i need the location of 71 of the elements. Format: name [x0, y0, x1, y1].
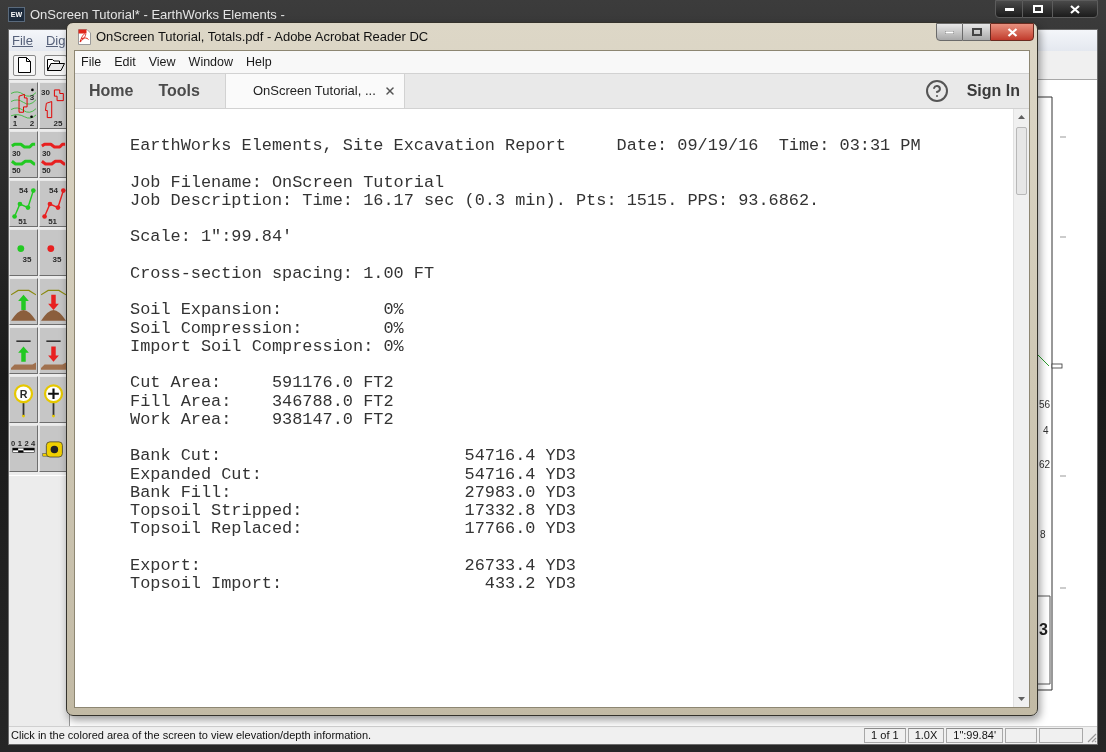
- canvas-label: 4: [1043, 426, 1049, 436]
- canvas-label: 62: [1039, 460, 1051, 470]
- report-line: Job Description: Time: 16.17 sec (0.3 min). Pts: 1515. PPS: 93.6862.: [130, 191, 820, 210]
- help-icon: [924, 79, 949, 103]
- report-line: Bank Cut: 54716.4 YD3: [130, 447, 576, 466]
- menu-item[interactable]: Help: [246, 52, 272, 72]
- report-line: Topsoil Import: 433.2 YD3: [130, 575, 576, 594]
- window-title: OnScreen Tutorial* - EarthWorks Elements -: [30, 5, 285, 24]
- report-line: Expanded Cut: 54716.4 YD3: [130, 465, 576, 484]
- caret-down-icon: [1018, 697, 1025, 701]
- report-line: Bank Fill: 27983.0 YD3: [130, 483, 576, 502]
- maximize-icon: [1032, 5, 1043, 13]
- report-line: Topsoil Stripped: 17332.8 YD3: [130, 502, 576, 521]
- close-button[interactable]: [990, 23, 1034, 41]
- pdf-file-icon: [76, 28, 92, 45]
- report-line: Fill Area: 346788.0 FT2: [130, 392, 394, 411]
- caret-up-icon: [1018, 115, 1025, 119]
- close-tab-button[interactable]: [383, 85, 396, 97]
- report-line: Scale: 1":99.84': [130, 228, 293, 247]
- resize-grip-icon: [1085, 731, 1097, 743]
- sign-in-button[interactable]: Sign In: [966, 79, 1020, 103]
- open-folder-icon: [46, 58, 65, 72]
- menu-item[interactable]: Window: [188, 52, 234, 72]
- canvas-label: 3: [1039, 622, 1048, 638]
- report-line: EarthWorks Elements, Site Excavation Report Date: 09/19/16 Time: 03:31 PM: [130, 137, 921, 156]
- report-line: Soil Compression: 0%: [130, 319, 404, 338]
- scrollbar-thumb[interactable]: [1016, 127, 1027, 195]
- status-panel: [1039, 728, 1083, 743]
- palette-tool-button[interactable]: [39, 425, 68, 472]
- tab-label[interactable]: OnScreen Tutorial, ...: [252, 81, 376, 101]
- menu-item[interactable]: View: [148, 52, 176, 72]
- report-line: Cut Area: 591176.0 FT2: [130, 374, 394, 393]
- menu-item[interactable]: Edit: [114, 52, 136, 72]
- canvas-label: 56: [1039, 400, 1051, 410]
- minimize-icon: [1004, 7, 1014, 11]
- close-button[interactable]: [1052, 0, 1098, 18]
- maximize-button[interactable]: [1023, 0, 1052, 18]
- report-line: Work Area: 938147.0 FT2: [130, 410, 394, 429]
- close-icon: [1006, 27, 1018, 37]
- maximize-icon: [971, 28, 982, 36]
- report-line: Cross-section spacing: 1.00 FT: [130, 264, 435, 283]
- close-icon: [1070, 4, 1080, 14]
- palette-tool-button[interactable]: [39, 376, 68, 423]
- document-tab[interactable]: OnScreen Tutorial, ...: [224, 74, 405, 108]
- canvas-label: 8: [1040, 530, 1046, 540]
- status-panel: [1005, 728, 1037, 743]
- maximize-button[interactable]: [963, 23, 990, 41]
- nav-tab[interactable]: Home: [89, 74, 134, 108]
- report-line: Job Filename: OnScreen Tutorial: [130, 173, 445, 192]
- report-line: Soil Expansion: 0%: [130, 301, 404, 320]
- toolbar-button[interactable]: [44, 54, 67, 76]
- minimize-button[interactable]: [995, 0, 1023, 18]
- report-line: Topsoil Replaced: 17766.0 YD3: [130, 520, 576, 539]
- status-panel: 1 of 1: [864, 728, 906, 743]
- menu-item[interactable]: File: [12, 30, 33, 51]
- nav-tab[interactable]: Tools: [158, 74, 200, 108]
- report-line: Import Soil Compression: 0%: [130, 337, 404, 356]
- close-icon: [383, 85, 396, 97]
- window-title: OnScreen Tutorial, Totals.pdf - Adobe Acrobat Reader DC: [96, 27, 429, 46]
- toolbar-button[interactable]: [13, 54, 36, 76]
- palette-tool-button[interactable]: [39, 327, 68, 374]
- help-button[interactable]: [924, 79, 949, 103]
- status-message: Click in the colored area of the screen to view elevation/depth information.: [10, 728, 372, 744]
- status-panel: 1":99.84': [946, 728, 1003, 743]
- palette-tool-button[interactable]: [39, 278, 68, 325]
- status-panel: 1.0X: [907, 728, 945, 743]
- new-document-icon: [18, 57, 31, 73]
- menu-item[interactable]: Dig: [45, 30, 66, 51]
- minimize-icon: [945, 30, 954, 34]
- report-line: Export: 26733.4 YD3: [130, 556, 576, 575]
- menu-item[interactable]: File: [81, 52, 102, 72]
